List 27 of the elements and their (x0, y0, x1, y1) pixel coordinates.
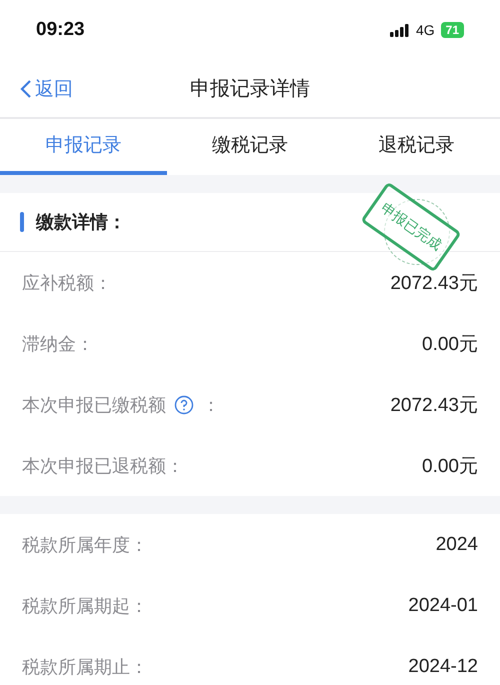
colon: ： (202, 394, 220, 416)
section-marker (20, 212, 24, 232)
battery-level: 71 (440, 22, 464, 38)
field-label: 税款所属期起： (22, 594, 148, 618)
network-label: 4G (416, 22, 435, 38)
field-label: 本次申报已缴税额 (22, 394, 166, 416)
field-value: 2024-12 (408, 656, 478, 678)
field-value: 2072.43元 (390, 272, 478, 296)
status-time: 09:23 (36, 19, 85, 41)
stamp-ring (384, 199, 450, 265)
field-value: 2024 (436, 534, 478, 556)
field-value: 2024-01 (408, 594, 478, 616)
page-title: 申报记录详情 (190, 76, 310, 100)
field-label: 本次申报已退税额： (22, 454, 184, 478)
field-value: 0.00元 (422, 332, 478, 356)
section-title: 缴款详情： (36, 211, 126, 234)
back-button[interactable]: 返回 (0, 74, 79, 102)
chevron-left-icon (20, 78, 32, 98)
field-value: 0.00元 (422, 454, 478, 478)
field-label: 滞纳金： (22, 332, 94, 356)
field-label: 应补税额： (22, 272, 112, 294)
signal-icon (390, 24, 410, 36)
field-label: 税款所属期止： (22, 656, 148, 678)
status-stamp: 申报已完成 (360, 182, 462, 272)
field-label: 税款所属年度： (22, 534, 148, 556)
help-icon[interactable] (174, 394, 194, 414)
field-value: 2072.43元 (390, 394, 478, 418)
